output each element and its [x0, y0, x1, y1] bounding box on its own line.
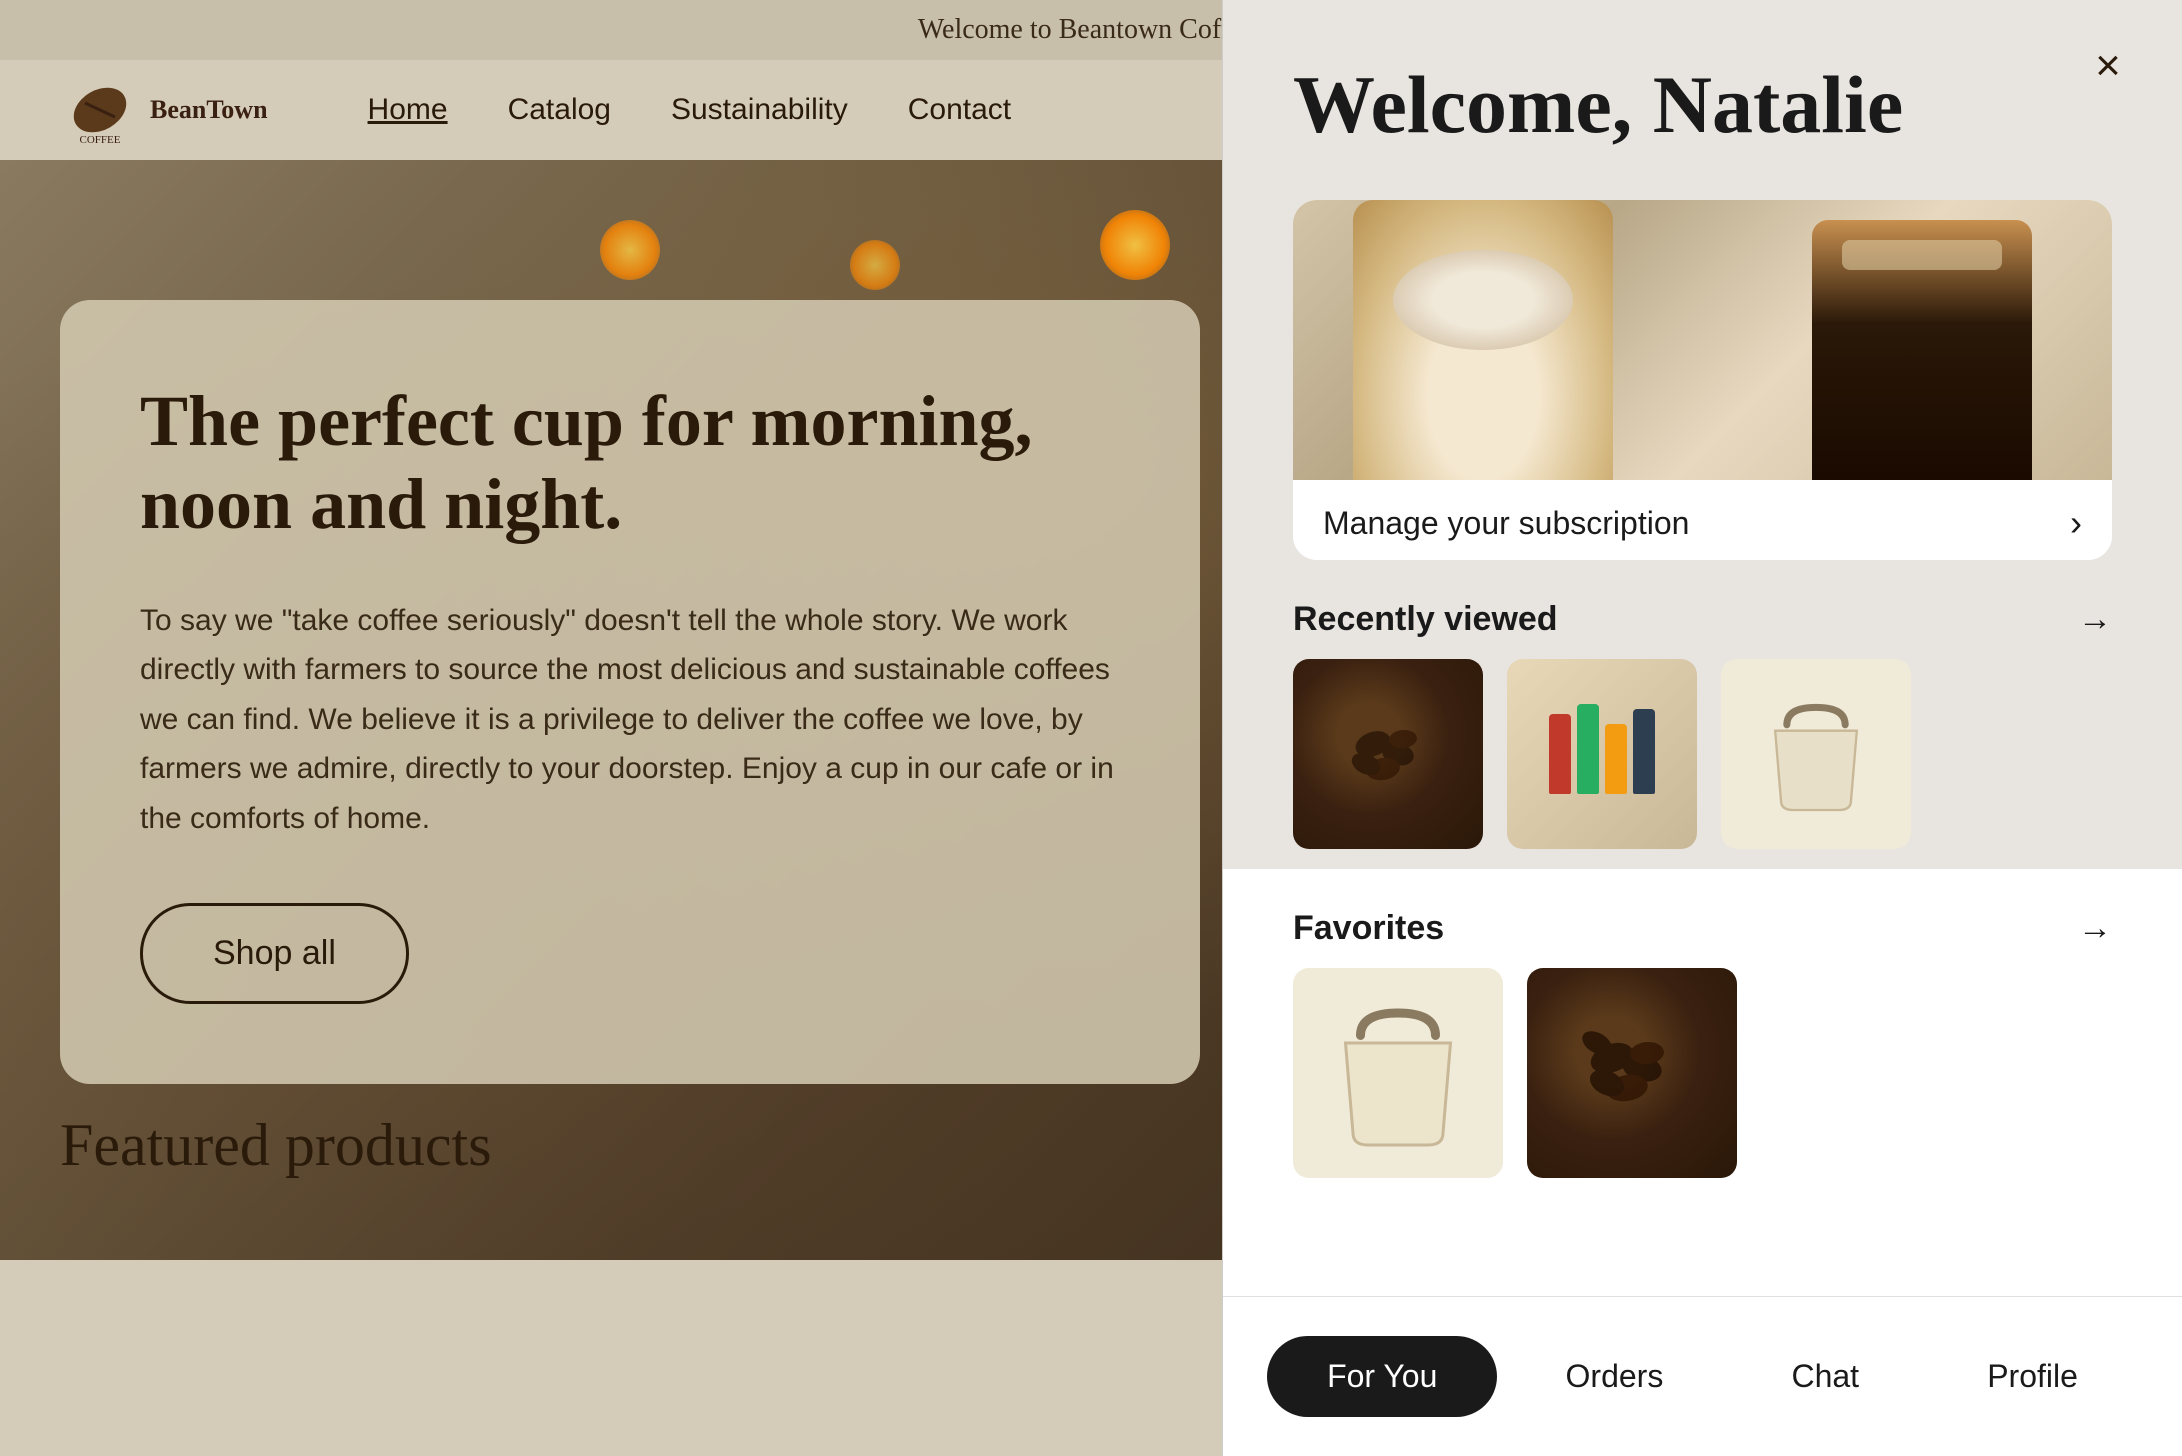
featured-products-label: Featured products — [60, 1111, 492, 1180]
recently-viewed-arrow[interactable]: → — [2078, 601, 2112, 639]
recently-viewed-bottles[interactable] — [1507, 659, 1697, 849]
recently-viewed-beans[interactable] — [1293, 659, 1483, 849]
nav-links: Home Catalog Sustainability Contact — [368, 93, 1012, 127]
subscription-label-text: Manage your subscription — [1323, 505, 1689, 542]
decorative-light — [1100, 210, 1170, 280]
recently-viewed-thumbnails — [1223, 659, 2182, 849]
tab-chat-label: Chat — [1791, 1358, 1859, 1395]
decorative-light — [600, 220, 660, 280]
close-button[interactable]: × — [2078, 36, 2138, 96]
subscription-card[interactable]: Manage your subscription › — [1293, 200, 2112, 560]
tab-profile[interactable]: Profile — [1927, 1336, 2138, 1417]
tab-orders[interactable]: Orders — [1506, 1336, 1724, 1417]
hero-body-text: To say we "take coffee seriously" doesn'… — [140, 596, 1120, 844]
favorites-title: Favorites — [1293, 909, 1444, 948]
recently-viewed-title: Recently viewed — [1293, 600, 1558, 639]
welcome-heading: Welcome, Natalie — [1223, 0, 2182, 180]
hero-headline: The perfect cup for morning, noon and ni… — [140, 380, 1120, 546]
tab-profile-label: Profile — [1987, 1358, 2078, 1395]
nav-contact[interactable]: Contact — [908, 93, 1011, 127]
recently-viewed-tote[interactable] — [1721, 659, 1911, 849]
logo-text: BeanTown — [150, 96, 268, 125]
svg-text:COFFEE: COFFEE — [80, 134, 121, 145]
nav-sustainability[interactable]: Sustainability — [671, 93, 848, 127]
chevron-right-icon: › — [2070, 502, 2082, 544]
favorites-header: Favorites → — [1223, 869, 2182, 968]
coffee-latte-image — [1353, 200, 1613, 480]
hero-textbox: The perfect cup for morning, noon and ni… — [60, 300, 1200, 1084]
favorites-beans[interactable] — [1527, 968, 1737, 1178]
favorites-arrow[interactable]: → — [2078, 910, 2112, 948]
bottom-nav: For You Orders Chat Profile — [1223, 1296, 2182, 1456]
tab-for-you-label: For You — [1327, 1358, 1437, 1395]
banner-text: Welcome to Beantown Coffee! — [918, 14, 1264, 46]
subscription-image — [1293, 200, 2112, 480]
logo-icon: COFFEE — [60, 70, 140, 150]
shop-all-button[interactable]: Shop all — [140, 903, 409, 1004]
decorative-light — [850, 240, 900, 290]
nav-home[interactable]: Home — [368, 93, 448, 127]
favorites-thumbnails — [1223, 968, 2182, 1178]
side-panel: × Welcome, Natalie Manage your subscript… — [1222, 0, 2182, 1456]
tab-for-you[interactable]: For You — [1267, 1336, 1497, 1417]
subscription-label[interactable]: Manage your subscription › — [1293, 480, 2112, 560]
tab-chat[interactable]: Chat — [1731, 1336, 1919, 1417]
recently-viewed-header: Recently viewed → — [1223, 560, 2182, 659]
nav-catalog[interactable]: Catalog — [508, 93, 611, 127]
coffee-iced-image — [1812, 220, 2032, 480]
logo[interactable]: COFFEE BeanTown — [60, 70, 268, 150]
favorites-tote[interactable] — [1293, 968, 1503, 1178]
tab-orders-label: Orders — [1566, 1358, 1664, 1395]
